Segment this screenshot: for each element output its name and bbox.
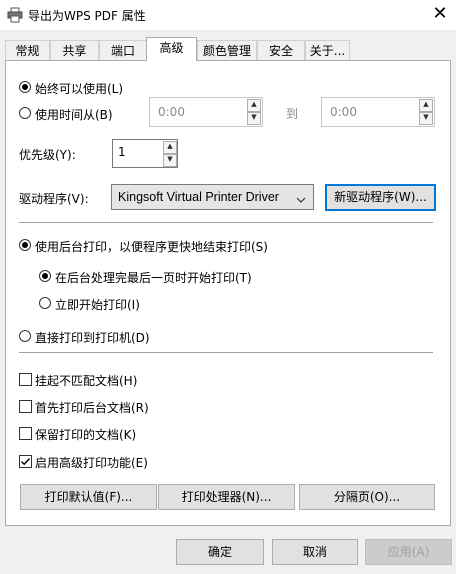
start-after-last-page-radio[interactable] [39,270,51,282]
hold-mismatched-checkbox[interactable] [19,373,32,386]
priority-label: 优先级(Y): [19,148,76,162]
always-available-radio[interactable] [19,81,31,93]
driver-select-value: Kingsoft Virtual Printer Driver [118,190,279,204]
spool-radio[interactable] [19,239,31,251]
new-driver-button[interactable]: 新驱动程序(W)... [325,184,436,211]
driver-label: 驱动程序(V): [19,192,89,206]
printer-icon [7,7,23,23]
tab-general[interactable]: 常规 [5,40,50,60]
driver-select[interactable]: Kingsoft Virtual Printer Driver [111,184,314,210]
advanced-features-label: 启用高级打印功能(E) [35,456,148,470]
priority-down-icon[interactable]: ▼ [163,154,177,167]
tab-sharing[interactable]: 共享 [50,40,99,60]
from-time-field[interactable]: 0:00 ▲ ▼ [149,97,263,127]
available-from-radio[interactable] [19,107,31,119]
checkmark-icon [21,458,31,466]
hold-mismatched-label: 挂起不匹配文档(H) [35,374,138,388]
cancel-button[interactable]: 取消 [272,539,358,565]
keep-printed-checkbox[interactable] [19,427,32,440]
print-direct-label: 直接打印到打印机(D) [35,331,150,345]
from-time-down-icon[interactable]: ▼ [247,112,261,125]
chevron-down-icon [296,193,306,207]
start-immediately-radio[interactable] [39,297,51,309]
to-time-up-icon[interactable]: ▲ [419,99,433,112]
separator-page-button[interactable]: 分隔页(O)... [299,484,435,510]
divider [19,352,433,353]
divider [19,222,433,223]
to-time-down-icon[interactable]: ▼ [419,112,433,125]
ok-button[interactable]: 确定 [176,539,264,565]
print-direct-radio[interactable] [19,330,31,342]
print-spooled-first-label: 首先打印后台文档(R) [35,401,149,415]
to-time-field[interactable]: 0:00 ▲ ▼ [321,97,435,127]
start-immediately-label: 立即开始打印(I) [55,298,140,312]
tab-ports[interactable]: 端口 [99,40,147,60]
spool-label: 使用后台打印，以便程序更快地结束打印(S) [35,240,268,254]
from-time-value: 0:00 [158,105,185,119]
apply-button[interactable]: 应用(A) [365,539,452,565]
advanced-features-checkbox[interactable] [19,455,32,468]
tab-security[interactable]: 安全 [257,40,305,60]
printing-defaults-button[interactable]: 打印默认值(F)... [20,484,157,510]
priority-up-icon[interactable]: ▲ [163,141,177,154]
title-bar: 导出为WPS PDF 属性 ✕ [0,0,456,30]
always-available-label: 始终可以使用(L) [35,82,124,96]
window-title: 导出为WPS PDF 属性 [28,9,146,23]
start-after-last-page-label: 在后台处理完最后一页时开始打印(T) [55,271,252,285]
tab-about[interactable]: 关于... [305,40,350,60]
tab-color-management[interactable]: 颜色管理 [197,40,257,60]
close-icon[interactable]: ✕ [424,0,456,30]
available-from-label: 使用时间从(B) [35,108,113,122]
to-label: 到 [286,107,299,121]
to-time-value: 0:00 [330,105,357,119]
priority-field[interactable]: 1 ▲ ▼ [112,139,178,168]
print-spooled-first-checkbox[interactable] [19,400,32,413]
priority-value: 1 [118,145,126,159]
tab-advanced[interactable]: 高级 [146,37,197,61]
from-time-up-icon[interactable]: ▲ [247,99,261,112]
print-processor-button[interactable]: 打印处理器(N)... [158,484,295,510]
keep-printed-label: 保留打印的文档(K) [35,428,137,442]
